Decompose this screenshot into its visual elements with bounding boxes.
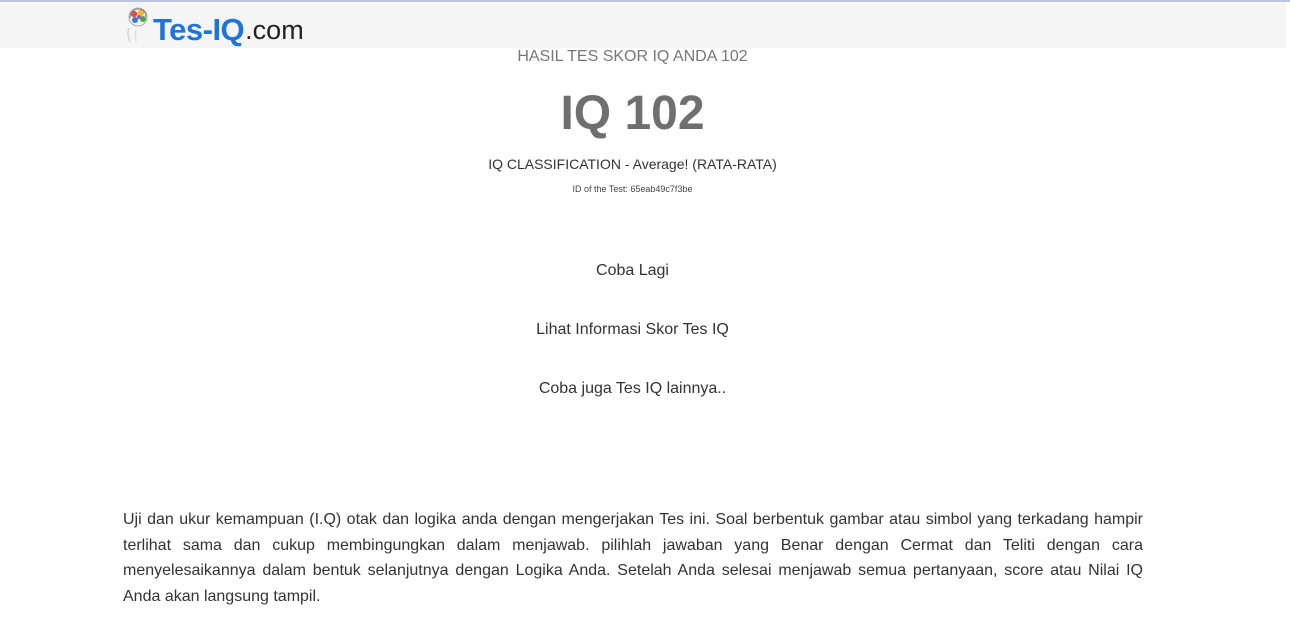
logo-domain-suffix: .com xyxy=(245,15,304,45)
iq-classification: IQ CLASSIFICATION - Average! (RATA-RATA) xyxy=(488,156,777,172)
scrollbar[interactable] xyxy=(1286,2,1290,631)
score-info-link-row: Lihat Informasi Skor Tes IQ xyxy=(0,320,1265,340)
other-tests-link[interactable]: Coba juga Tes IQ lainnya.. xyxy=(539,380,726,397)
logo-wordmark: Tes-IQ xyxy=(153,12,245,47)
site-header: Tes-IQ .com xyxy=(0,2,1290,48)
score-info-link[interactable]: Lihat Informasi Skor Tes IQ xyxy=(536,321,729,338)
iq-score: IQ 102 xyxy=(560,87,705,140)
test-description: Uji dan ukur kemampuan (I.Q) otak dan lo… xyxy=(123,511,1143,605)
retry-link[interactable]: Coba Lagi xyxy=(596,262,669,279)
test-id: ID of the Test: 65eab49c7f3be xyxy=(572,184,693,194)
brain-icon xyxy=(127,7,148,43)
other-tests-link-row: Coba juga Tes IQ lainnya.. xyxy=(0,379,1265,399)
site-logo-link[interactable]: Tes-IQ .com xyxy=(124,6,304,48)
result-heading: HASIL TES SKOR IQ ANDA 102 xyxy=(517,48,748,65)
retry-link-row: Coba Lagi xyxy=(0,261,1265,281)
